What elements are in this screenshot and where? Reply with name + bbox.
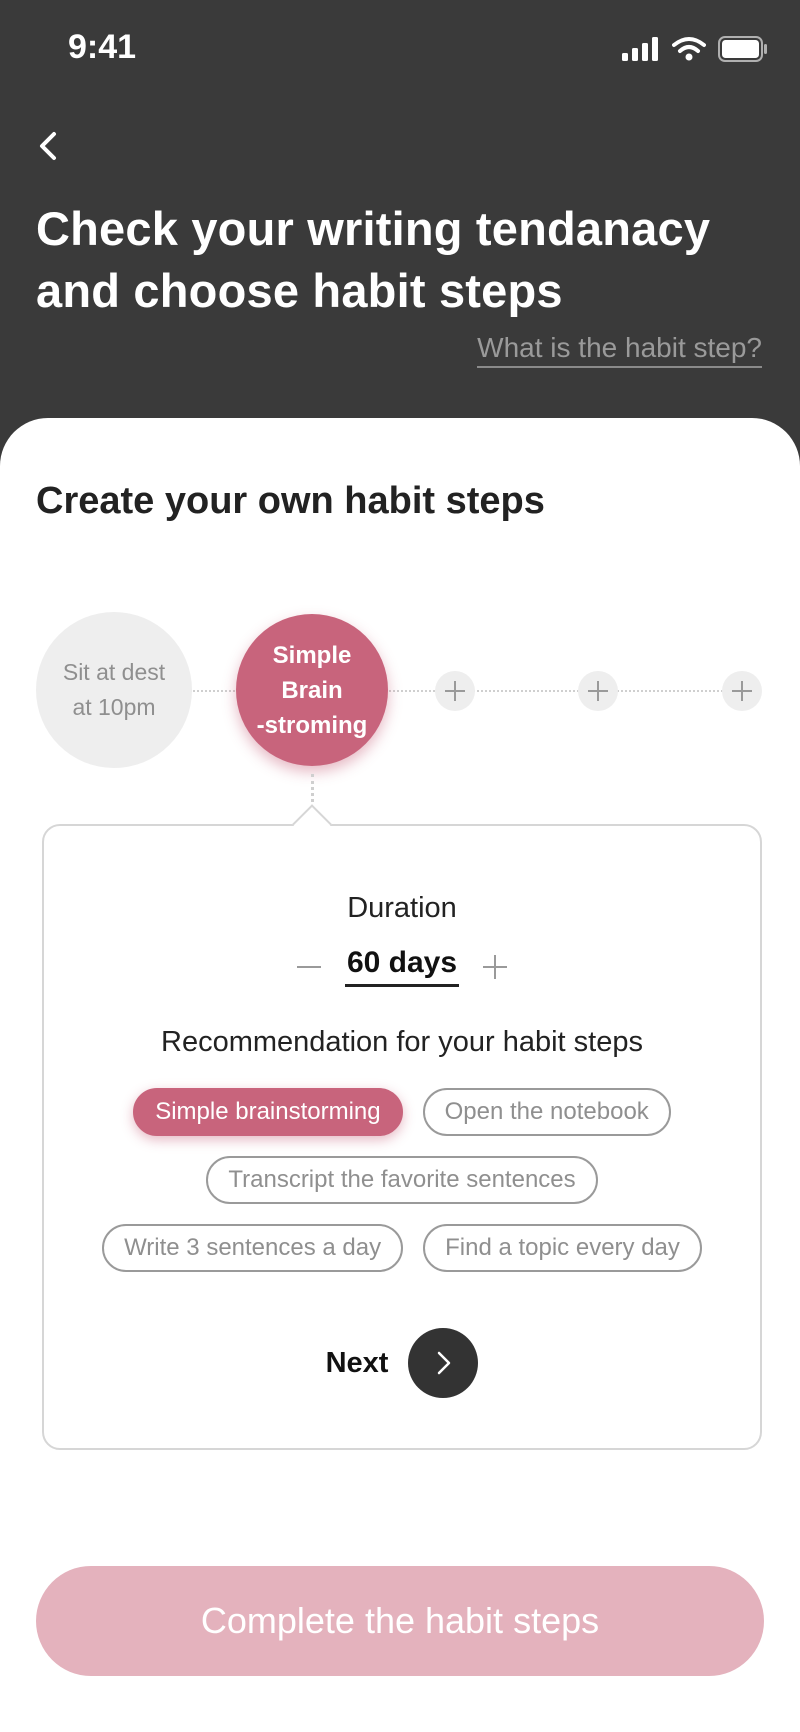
chip-row: Transcript the favorite sentences [44, 1156, 760, 1204]
step-settings-card: Duration 60 days Recommendation for your… [42, 824, 762, 1450]
recommendation-chips: Simple brainstorming Open the notebook T… [44, 1088, 760, 1292]
chip-find-a-topic[interactable]: Find a topic every day [423, 1224, 702, 1272]
page-title: Check your writing tendanacy and choose … [36, 198, 766, 322]
duration-value[interactable]: 60 days [344, 946, 460, 987]
chip-row: Write 3 sentences a day Find a topic eve… [44, 1224, 760, 1272]
decrease-duration-button[interactable] [293, 951, 325, 983]
duration-label: Duration [347, 892, 457, 924]
back-button[interactable] [30, 126, 70, 166]
add-step-button-2[interactable] [578, 671, 618, 711]
plus-icon [588, 681, 608, 701]
minus-icon [296, 965, 321, 968]
plus-icon [732, 681, 752, 701]
chip-open-the-notebook[interactable]: Open the notebook [422, 1088, 671, 1136]
recommendation-label: Recommendation for your habit steps [161, 1026, 643, 1058]
plus-icon [483, 954, 508, 979]
section-title: Create your own habit steps [36, 480, 545, 522]
complete-habit-steps-button[interactable]: Complete the habit steps [36, 1566, 764, 1676]
habit-step-help-link[interactable]: What is the habit step? [477, 332, 762, 368]
add-step-button-3[interactable] [722, 671, 762, 711]
duration-stepper: 60 days [44, 946, 760, 987]
step-active[interactable]: Simple Brain -stroming [236, 614, 388, 766]
next-row: Next [44, 1328, 760, 1398]
step-completed-line1: Sit at dest [62, 659, 166, 685]
step-active-line3: -stroming [256, 711, 368, 739]
next-label[interactable]: Next [326, 1347, 389, 1380]
plus-icon [445, 681, 465, 701]
step-active-line1: Simple [272, 641, 352, 669]
chip-transcript-favorite-sentences[interactable]: Transcript the favorite sentences [206, 1156, 598, 1204]
next-button[interactable] [408, 1328, 479, 1398]
chevron-right-icon [438, 1351, 451, 1375]
chip-simple-brainstorming[interactable]: Simple brainstorming [133, 1088, 403, 1136]
step-completed-line2: at 10pm [72, 694, 156, 720]
wifi-icon [672, 37, 706, 61]
page-title-line2: and choose habit steps [36, 264, 563, 317]
back-chevron-icon [40, 132, 56, 160]
step-active-line2: Brain [281, 676, 343, 704]
page-title-line1: Check your writing tendanacy [36, 202, 711, 255]
increase-duration-button[interactable] [479, 951, 511, 983]
chip-write-3-sentences[interactable]: Write 3 sentences a day [102, 1224, 404, 1272]
step-connector [311, 774, 314, 802]
chip-row: Simple brainstorming Open the notebook [44, 1088, 760, 1136]
status-icons [622, 36, 768, 62]
status-time: 9:41 [68, 28, 137, 66]
add-step-button-1[interactable] [435, 671, 475, 711]
battery-icon [718, 36, 767, 62]
signal-icon [622, 37, 658, 61]
step-completed[interactable]: Sit at dest at 10pm [36, 612, 192, 768]
status-bar: 9:41 [0, 0, 800, 100]
